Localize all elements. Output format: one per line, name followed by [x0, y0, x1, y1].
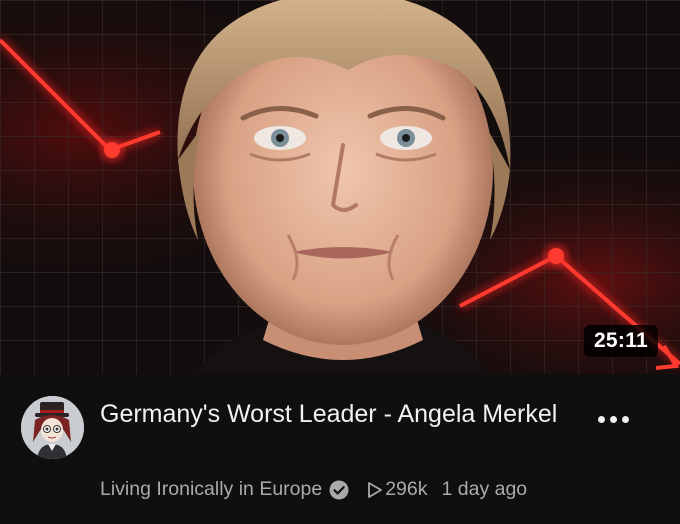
channel-name[interactable]: Living Ironically in Europe: [100, 478, 322, 501]
channel-avatar-icon: [21, 396, 84, 459]
video-meta: Germany's Worst Leader - Angela Merkel L…: [0, 374, 680, 524]
upload-age: 1 day ago: [441, 478, 528, 500]
channel-avatar[interactable]: [21, 396, 84, 459]
play-outline-icon: [368, 481, 383, 498]
video-title[interactable]: Germany's Worst Leader - Angela Merkel: [100, 396, 560, 432]
video-thumbnail[interactable]: 25:11: [0, 0, 680, 374]
view-count-value: 296k: [385, 478, 428, 500]
video-subline: Living Ironically in Europe 296k 1 day a…: [100, 478, 527, 501]
view-count: 296k: [367, 478, 428, 501]
video-duration-badge: 25:11: [583, 325, 658, 357]
portrait-image: [177, 0, 511, 374]
video-card[interactable]: 25:11 Germany's Worst Leader - Angela Me…: [0, 0, 680, 524]
more-vert-icon[interactable]: [596, 404, 636, 434]
verified-check-icon: [329, 480, 349, 499]
